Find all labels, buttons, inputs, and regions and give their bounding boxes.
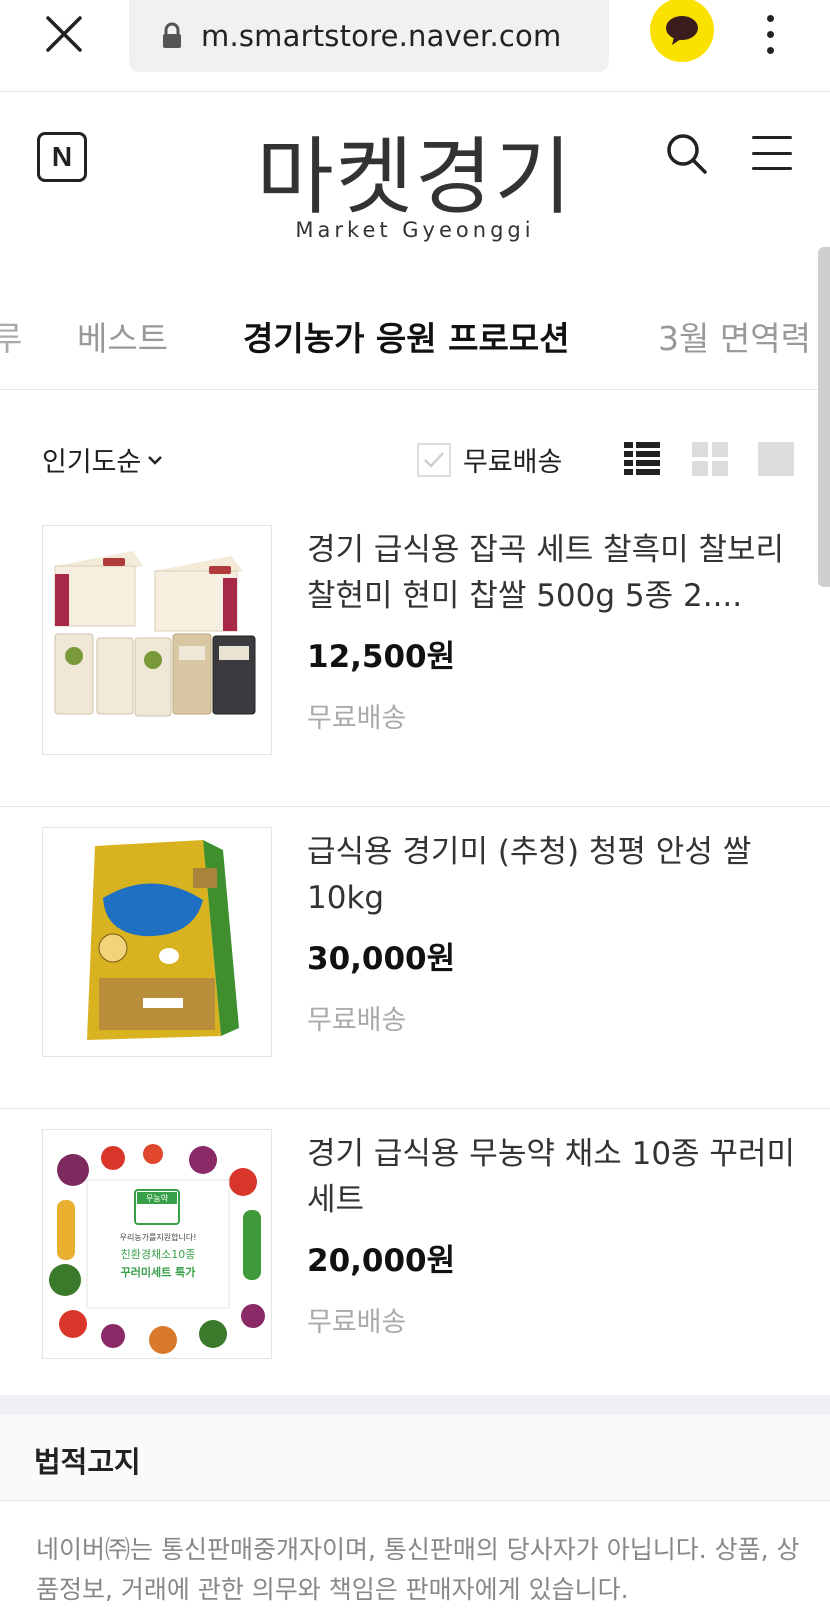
product-shipping: 무료배송 (307, 703, 407, 734)
product-item[interactable]: 급식용 경기미 (추청) 청평 안성 쌀 10kg 30,000원 무료배송 (0, 807, 830, 1109)
tab-march-immunity[interactable]: 3월 면역력 (658, 312, 811, 360)
product-title[interactable]: 경기 급식용 무농약 채소 10종 꾸러미 세트 (307, 1131, 797, 1223)
url-text: m.smartstore.naver.com (201, 19, 562, 53)
product-title[interactable]: 경기 급식용 잡곡 세트 찰흑미 찰보리 찰현미 현미 찹쌀 500g 5종 2… (307, 527, 797, 619)
sort-label: 인기도순 (42, 447, 142, 478)
dot-icon (766, 46, 774, 54)
free-shipping-filter[interactable]: 무료배송 (417, 440, 562, 479)
list-view-icon (624, 442, 660, 475)
grid-view-button[interactable] (692, 442, 728, 476)
tab-promotion[interactable]: 경기농가 응원 프로모션 (243, 312, 570, 360)
product-image-grain-set[interactable] (42, 525, 272, 755)
close-tab-button[interactable] (40, 10, 88, 58)
tab-previous[interactable]: 루 (0, 312, 22, 360)
product-item[interactable]: 경기 급식용 잡곡 세트 찰흑미 찰보리 찰현미 현미 찹쌀 500g 5종 2… (0, 505, 830, 807)
dot-icon (766, 14, 774, 22)
product-title[interactable]: 급식용 경기미 (추청) 청평 안성 쌀 10kg (307, 829, 797, 921)
product-image-rice-bag[interactable] (42, 827, 272, 1057)
legal-notice-title: 법적고지 (34, 1445, 141, 1479)
hamburger-line (752, 151, 792, 155)
legal-notice-text: 네이버㈜는 통신판매중개자이며, 통신판매의 당사자가 아닙니다. 상품, 상품… (36, 1535, 800, 1604)
product-price: 30,000원 (307, 941, 456, 977)
dot-icon (766, 30, 774, 38)
hamburger-line (752, 136, 792, 139)
address-bar[interactable]: m.smartstore.naver.com (129, 0, 609, 72)
store-header: N 마켓경기 Market Gyeonggi (0, 92, 830, 262)
tab-best[interactable]: 베스트 (77, 312, 168, 360)
svg-text:꾸러미세트 특가: 꾸러미세트 특가 (121, 1265, 196, 1279)
product-price: 12,500원 (307, 639, 456, 675)
product-image-vegetables[interactable]: 무농약 우리농가를지원합니다! 친환경채소10종 꾸러미세트 특가 (42, 1129, 272, 1359)
search-button[interactable] (665, 132, 709, 176)
hamburger-line (752, 167, 792, 170)
product-item[interactable]: 무농약 우리농가를지원합니다! 친환경채소10종 꾸러미세트 특가 경기 급식용… (0, 1109, 830, 1411)
rice-bag-image (43, 828, 271, 1056)
chevron-down-icon (148, 455, 163, 465)
vegetables-image: 무농약 우리농가를지원합니다! 친환경채소10종 꾸러미세트 특가 (43, 1130, 271, 1358)
free-shipping-checkbox[interactable] (417, 442, 451, 477)
lock-icon (163, 22, 181, 48)
more-options-button[interactable] (755, 6, 785, 62)
legal-notice-header[interactable]: 법적고지 (0, 1415, 830, 1501)
list-toolbar: 인기도순 무료배송 (0, 420, 830, 500)
product-info: 급식용 경기미 (추청) 청평 안성 쌀 10kg 30,000원 무료배송 (307, 829, 797, 1037)
svg-text:친환경채소10종: 친환경채소10종 (121, 1248, 196, 1261)
product-shipping: 무료배송 (307, 1307, 407, 1338)
grain-set-image (43, 526, 271, 754)
grid-view-icon (692, 442, 728, 476)
product-price: 20,000원 (307, 1243, 456, 1279)
list-view-button[interactable] (624, 442, 660, 476)
chat-bubble-icon (666, 16, 698, 45)
svg-text:우리농가를지원합니다!: 우리농가를지원합니다! (120, 1232, 197, 1242)
sort-dropdown[interactable]: 인기도순 (42, 440, 163, 479)
search-icon (667, 134, 707, 174)
menu-button[interactable] (752, 136, 792, 170)
check-icon (424, 451, 444, 468)
free-shipping-label: 무료배송 (463, 447, 563, 478)
section-divider (0, 1395, 830, 1415)
category-tabs: 루 베스트 경기농가 응원 프로모션 3월 면역력 (0, 290, 830, 390)
talk-chat-button[interactable] (650, 0, 714, 62)
single-view-button[interactable] (758, 442, 794, 476)
product-shipping: 무료배송 (307, 1005, 407, 1036)
svg-text:무농약: 무농약 (146, 1193, 169, 1203)
product-info: 경기 급식용 무농약 채소 10종 꾸러미 세트 20,000원 무료배송 (307, 1131, 797, 1339)
store-name-english: Market Gyeonggi (295, 218, 535, 242)
product-info: 경기 급식용 잡곡 세트 찰흑미 찰보리 찰현미 현미 찹쌀 500g 5종 2… (307, 527, 797, 735)
browser-toolbar: m.smartstore.naver.com (0, 0, 830, 92)
close-icon (46, 16, 82, 52)
